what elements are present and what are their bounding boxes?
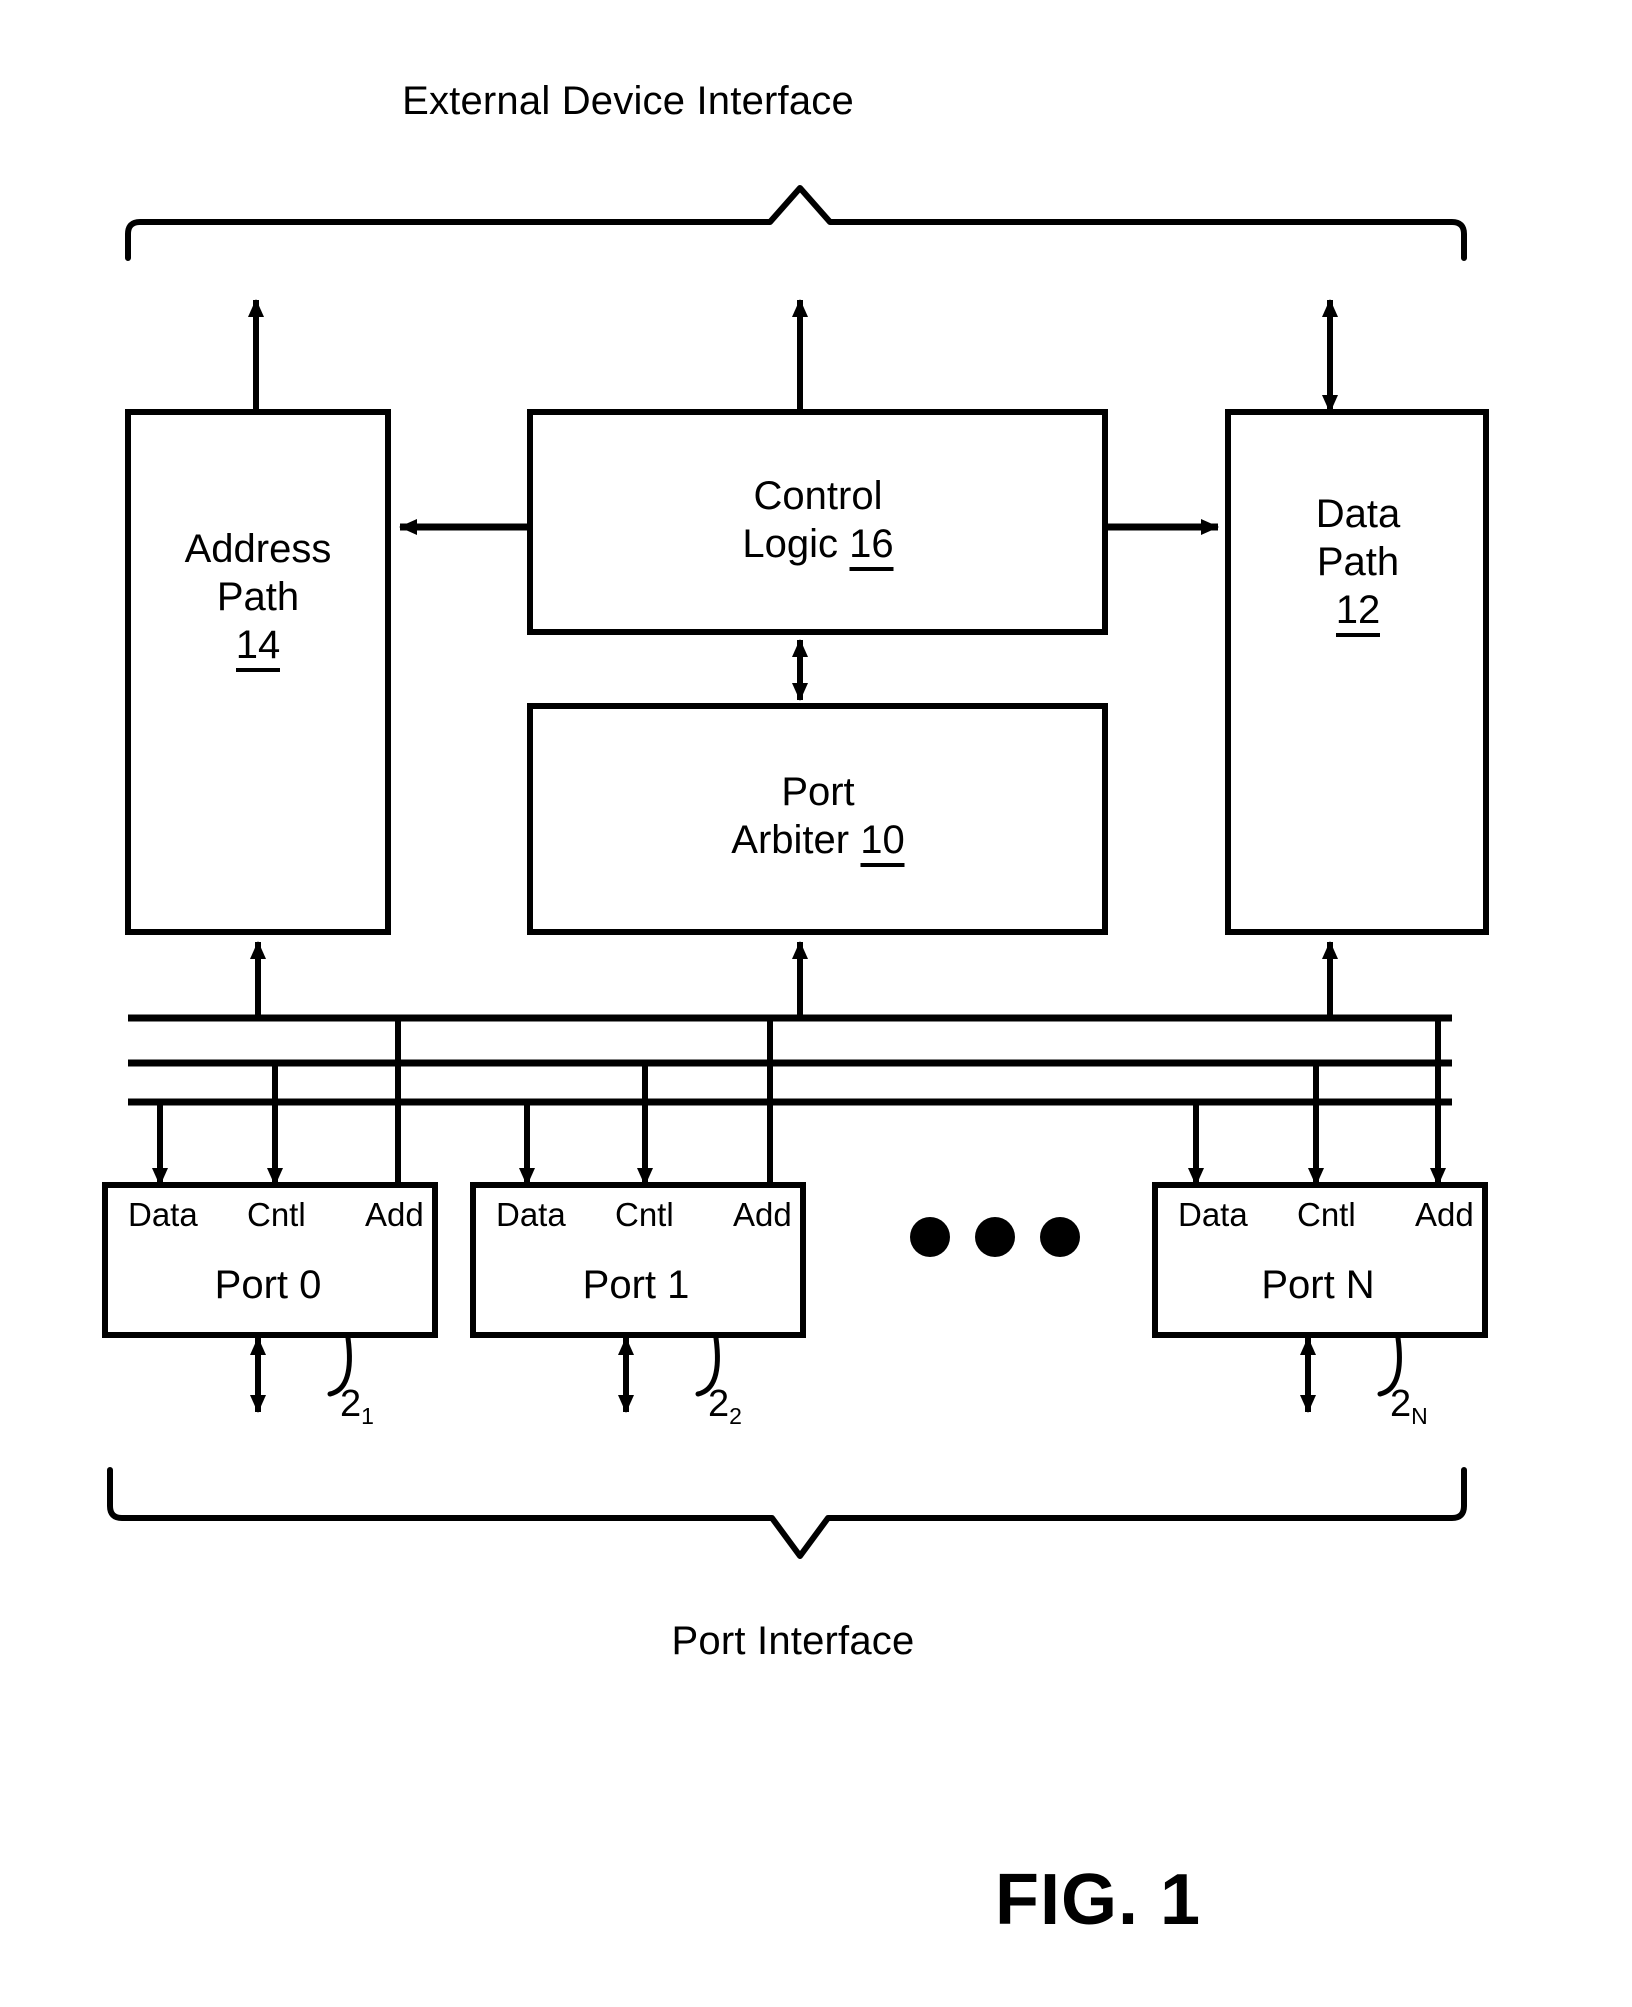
port-0-ref-sub: 1 xyxy=(361,1403,374,1429)
port-0-signal-add: Add xyxy=(365,1196,424,1233)
port-1-ref-sub: 2 xyxy=(729,1403,742,1429)
port-n-reference: 2N xyxy=(1390,1382,1428,1429)
port-n-ref-sub: N xyxy=(1411,1403,1428,1429)
bus-to-block-arrows xyxy=(157,941,1441,1143)
port-interface-title: Port Interface xyxy=(671,1619,915,1663)
figure-linework xyxy=(102,185,1489,1559)
port-0-ref-base: 2 xyxy=(340,1383,362,1425)
data-path-ref: 12 xyxy=(1335,588,1381,637)
port-rectangles xyxy=(102,1182,1488,1338)
port-arbiter-line1: Port xyxy=(781,770,855,814)
port-1-signal-add: Add xyxy=(733,1196,792,1233)
address-path-line1: Address xyxy=(184,527,332,571)
control-logic-label: Control Logic 16 xyxy=(531,472,1106,571)
port-n-signal-add: Add xyxy=(1415,1196,1474,1233)
data-path-label: Data Path 12 xyxy=(1229,490,1487,637)
figure-number-label: FIG. 1 xyxy=(994,1860,1202,1940)
patent-figure-page: External Device Interface Address Path 1… xyxy=(0,0,1632,2007)
port-1-signal-data: Data xyxy=(496,1196,566,1233)
ellipsis-dot-1 xyxy=(910,1217,950,1257)
port-0-name: Port 0 xyxy=(214,1263,322,1307)
control-logic-ref: 16 xyxy=(849,522,894,571)
port-arbiter-label: Port Arbiter 10 xyxy=(531,768,1106,867)
port-1-ref-base: 2 xyxy=(708,1383,730,1425)
ellipsis-dot-2 xyxy=(975,1217,1015,1257)
port-interface-brace xyxy=(107,1467,1467,1559)
data-path-line1: Data xyxy=(1315,492,1401,536)
external-device-interface-title: External Device Interface xyxy=(402,79,854,123)
external-device-interface-brace xyxy=(125,185,1467,261)
port-0-reference: 21 xyxy=(340,1382,374,1429)
ellipsis-dots xyxy=(910,1217,1080,1257)
port-n-ref-base: 2 xyxy=(1390,1383,1412,1425)
address-path-rect xyxy=(125,409,391,935)
port-0-signal-data: Data xyxy=(128,1196,198,1233)
bus-rails xyxy=(128,1014,1452,1106)
control-logic-line1: Control xyxy=(753,474,883,518)
port-n-signal-data: Data xyxy=(1178,1196,1248,1233)
port-1-name: Port 1 xyxy=(582,1263,690,1307)
address-path-ref: 14 xyxy=(235,623,281,672)
port-1-reference: 22 xyxy=(708,1382,742,1429)
port-n-signal-cntl: Cntl xyxy=(1297,1196,1356,1233)
port-n-name: Port N xyxy=(1261,1263,1375,1307)
control-logic-line2: Logic xyxy=(742,522,838,566)
port-output-arrows xyxy=(250,1337,1316,1413)
reference-leaders xyxy=(327,1335,1402,1397)
port-1-signal-cntl: Cntl xyxy=(615,1196,674,1233)
port-arbiter-ref: 10 xyxy=(860,818,905,867)
address-path-line2: Path xyxy=(216,575,300,619)
port-input-arrows xyxy=(152,1143,1446,1186)
top-arrows xyxy=(248,299,1338,413)
port-arbiter-line2: Arbiter xyxy=(731,818,850,862)
port-0-signal-cntl: Cntl xyxy=(247,1196,306,1233)
ellipsis-dot-3 xyxy=(1040,1217,1080,1257)
address-path-label: Address Path 14 xyxy=(128,525,388,672)
data-path-line2: Path xyxy=(1316,540,1400,584)
